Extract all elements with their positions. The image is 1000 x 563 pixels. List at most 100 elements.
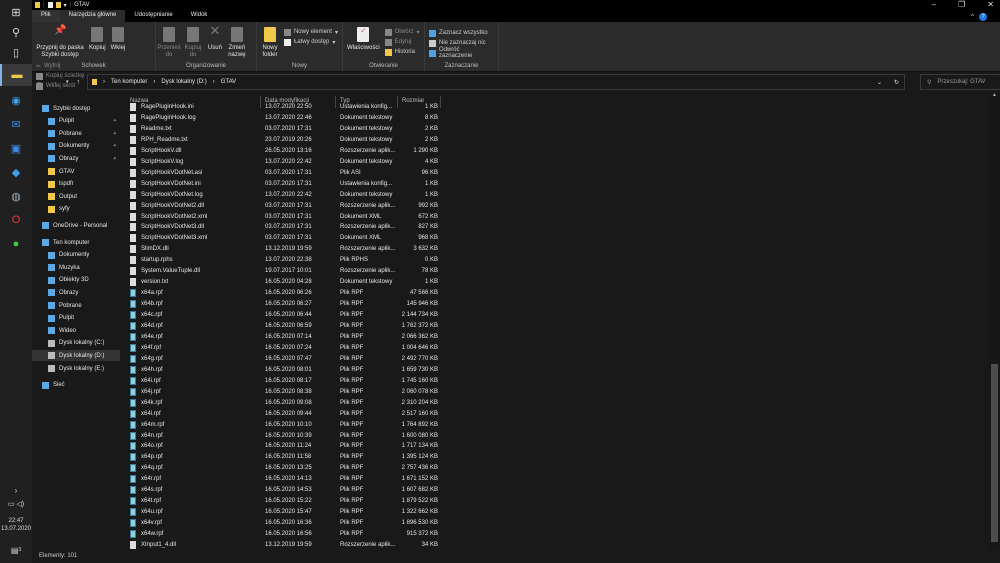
file-row[interactable]: x64v.rpf 16.05.2020 16:36 Plik RPF 1 896 53… [124, 518, 454, 529]
nav-item[interactable]: Output [32, 191, 120, 202]
nav-item[interactable]: Dokumenty [32, 250, 120, 261]
file-row[interactable]: RPH_Readme.txt 23.07.2019 20:26 Dokument t… [124, 135, 454, 146]
copy-path-button[interactable]: Kopiuj ścieżkę [36, 71, 84, 81]
tab-share[interactable]: Udostępnianie [125, 10, 181, 22]
breadcrumb-gtav[interactable]: GTAV [221, 79, 236, 85]
clock[interactable]: 22:47 13.07.2020 [0, 517, 32, 533]
file-row[interactable]: x64m.rpf 16.05.2020 10:10 Plik RPF 1 764 89… [124, 420, 454, 431]
delete-button[interactable]: ✕ Usuń [208, 24, 222, 52]
file-row[interactable]: ScriptHookVDotNet2.dll 03.07.2020 17:31 Ro… [124, 201, 454, 212]
file-row[interactable]: x64h.rpf 16.05.2020 08:01 Plik RPF 1 659 73… [124, 365, 454, 376]
file-row[interactable]: x64o.rpf 16.05.2020 11:24 Plik RPF 1 717 13… [124, 441, 454, 452]
nav-item[interactable]: Pobrane [32, 300, 120, 311]
refresh-button[interactable]: ↻ [894, 79, 899, 86]
nav-item[interactable]: GTAV [32, 166, 120, 177]
nav-item[interactable]: Obrazy ✦ [32, 153, 120, 164]
properties-qa-icon[interactable] [47, 2, 53, 8]
nav-item[interactable]: Wideo [32, 325, 120, 336]
file-row[interactable]: ScriptHookVDotNet2.xml 03.07.2020 17:31 Do… [124, 212, 454, 223]
nav-item[interactable]: Obiekty 3D [32, 275, 120, 286]
rename-button[interactable]: Zmień nazwę [227, 25, 247, 59]
file-row[interactable]: x64a.rpf 16.05.2020 06:26 Plik RPF 47 566 K… [124, 288, 454, 299]
file-row[interactable]: x64e.rpf 16.05.2020 07:14 Plik RPF 2 066 36… [124, 332, 454, 343]
file-row[interactable]: x64t.rpf 16.05.2020 15:22 Plik RPF 1 879 52… [124, 496, 454, 507]
edge-icon[interactable]: ◉ [0, 90, 32, 110]
nav-item[interactable]: Dysk lokalny (D:) [32, 350, 120, 362]
app-icon[interactable]: ◆ [0, 162, 32, 182]
file-row[interactable]: x64i.rpf 16.05.2020 08:17 Plik RPF 1 745 16… [124, 376, 454, 387]
paste-button[interactable]: Wklej [111, 25, 125, 52]
file-row[interactable]: x64s.rpf 16.05.2020 14:53 Plik RPF 1 607 68… [124, 485, 454, 496]
collapse-ribbon-icon[interactable]: ^ [971, 14, 974, 20]
file-row[interactable]: ScriptHookV.log 13.07.2020 22:42 Dokument … [124, 157, 454, 168]
address-bar[interactable]: › Ten komputer › Dysk lokalny (D:) › GTAV … [87, 74, 905, 90]
file-row[interactable]: SlimDX.dll 13.12.2019 19:59 Rozszerzenie a… [124, 244, 454, 255]
file-row[interactable]: x64p.rpf 16.05.2020 11:58 Plik RPF 1 395 12… [124, 452, 454, 463]
edit-button[interactable]: Edytuj [384, 37, 420, 47]
file-row[interactable]: RagePluginHook.log 13.07.2020 22:46 Dokume… [124, 113, 454, 124]
nav-item[interactable]: lspdfr [32, 179, 120, 190]
nav-item[interactable]: Pulpit [32, 313, 120, 324]
vertical-scrollbar[interactable]: ▲ [989, 92, 1000, 550]
file-row[interactable]: x64u.rpf 16.05.2020 15:47 Plik RPF 1 322 66… [124, 507, 454, 518]
properties-button[interactable]: ✓ Właściwości [347, 25, 380, 52]
file-row[interactable]: x64c.rpf 16.05.2020 06:44 Plik RPF 2 144 73… [124, 310, 454, 321]
nav-item[interactable]: Dokumenty ✦ [32, 141, 120, 152]
close-button[interactable]: ✕ [987, 0, 994, 9]
file-row[interactable]: ScriptHookVDotNet.asi 03.07.2020 17:31 Pli… [124, 168, 454, 179]
invert-selection-button[interactable]: Odwróć zaznaczenie [429, 47, 494, 59]
file-row[interactable]: x64b.rpf 16.05.2020 06:27 Plik RPF 145 946 … [124, 299, 454, 310]
file-row[interactable]: XInput1_4.dll 13.12.2019 19:59 Rozszerzeni… [124, 540, 454, 550]
scroll-up-icon[interactable]: ▲ [989, 92, 1000, 98]
nav-item[interactable]: Pulpit ✦ [32, 116, 120, 127]
file-row[interactable]: version.txt 16.05.2020 04:28 Dokument teks… [124, 277, 454, 288]
history-button[interactable]: Historia [384, 47, 420, 57]
nav-item[interactable]: syfy [32, 204, 120, 215]
scrollbar-thumb[interactable] [991, 364, 998, 542]
file-row[interactable]: x64g.rpf 16.05.2020 07:47 Plik RPF 2 492 77… [124, 354, 454, 365]
minimize-button[interactable]: – [932, 0, 936, 9]
mail-icon[interactable]: ✉ [0, 114, 32, 134]
file-explorer-icon[interactable]: ▬ [0, 64, 32, 86]
move-to-button[interactable]: Przenieś do [157, 25, 181, 59]
help-icon[interactable]: ? [979, 13, 987, 21]
maximize-button[interactable]: ❐ [958, 0, 965, 9]
new-item-button[interactable]: Nowy element ▾ [283, 27, 338, 37]
open-button[interactable]: Otwórz ▾ [384, 27, 420, 37]
file-row[interactable]: x64j.rpf 16.05.2020 08:38 Plik RPF 2 060 07… [124, 387, 454, 398]
address-dropdown[interactable]: ⌄ [877, 79, 882, 86]
breadcrumb-drive-d[interactable]: Dysk lokalny (D:) [161, 79, 206, 85]
tab-home[interactable]: Narzędzia główne [59, 10, 126, 22]
task-view-icon[interactable]: ▯ [0, 42, 32, 62]
new-folder-button[interactable]: Nowy folder [261, 25, 279, 59]
file-row[interactable]: x64r.rpf 16.05.2020 14:13 Plik RPF 1 671 15… [124, 474, 454, 485]
xbox-icon[interactable]: ● [0, 234, 32, 254]
file-row[interactable]: ScriptHookVDotNet3.dll 03.07.2020 17:31 Ro… [124, 222, 454, 233]
file-row[interactable]: ScriptHookVDotNet.ini 03.07.2020 17:31 Ust… [124, 179, 454, 190]
paste-shortcut-button[interactable]: Wklej skrót [36, 81, 84, 91]
tab-file[interactable]: Plik [32, 10, 60, 22]
search-icon[interactable]: ⚲ [0, 22, 32, 42]
nav-item[interactable]: Ten komputer [32, 237, 120, 248]
nav-item[interactable]: Muzyka [32, 262, 120, 273]
nav-item[interactable]: Pobrane ✦ [32, 128, 120, 139]
network-volume-icon[interactable]: ▭ ◁) [0, 494, 32, 514]
file-row[interactable]: x64l.rpf 16.05.2020 09:44 Plik RPF 2 517 16… [124, 409, 454, 420]
file-row[interactable]: x64d.rpf 16.05.2020 06:59 Plik RPF 1 762 37… [124, 321, 454, 332]
file-row[interactable]: startup.rphs 13.07.2020 22:38 Plik RPHS 0 K… [124, 255, 454, 266]
file-row[interactable]: x64w.rpf 16.05.2020 16:56 Plik RPF 915 372 … [124, 529, 454, 540]
copy-button[interactable]: Kopiuj [89, 25, 106, 52]
file-row[interactable]: ScriptHookVDotNet3.xml 03.07.2020 17:31 Do… [124, 233, 454, 244]
notification-icon[interactable]: ▤ 3 [0, 540, 32, 560]
file-row[interactable]: RagePluginHook.ini 13.07.2020 22:50 Ustawi… [124, 102, 454, 113]
breadcrumb-this-pc[interactable]: Ten komputer [111, 79, 147, 85]
tab-view[interactable]: Widok [182, 10, 217, 22]
pin-button[interactable]: 📌 Przypnij do paska Szybki dostęp [36, 25, 84, 59]
copy-to-button[interactable]: Kopiuj do [183, 25, 203, 59]
file-row[interactable]: x64k.rpf 16.05.2020 09:08 Plik RPF 2 310 20… [124, 398, 454, 409]
qa-dropdown-icon[interactable]: ▾ [64, 2, 67, 9]
nav-item[interactable]: Szybki dostęp [32, 103, 120, 114]
steam-icon[interactable]: ◍ [0, 186, 32, 206]
nav-item[interactable]: Dysk lokalny (E:) [32, 363, 120, 374]
file-row[interactable]: ScriptHookVDotNet.log 13.07.2020 22:42 Dok… [124, 190, 454, 201]
